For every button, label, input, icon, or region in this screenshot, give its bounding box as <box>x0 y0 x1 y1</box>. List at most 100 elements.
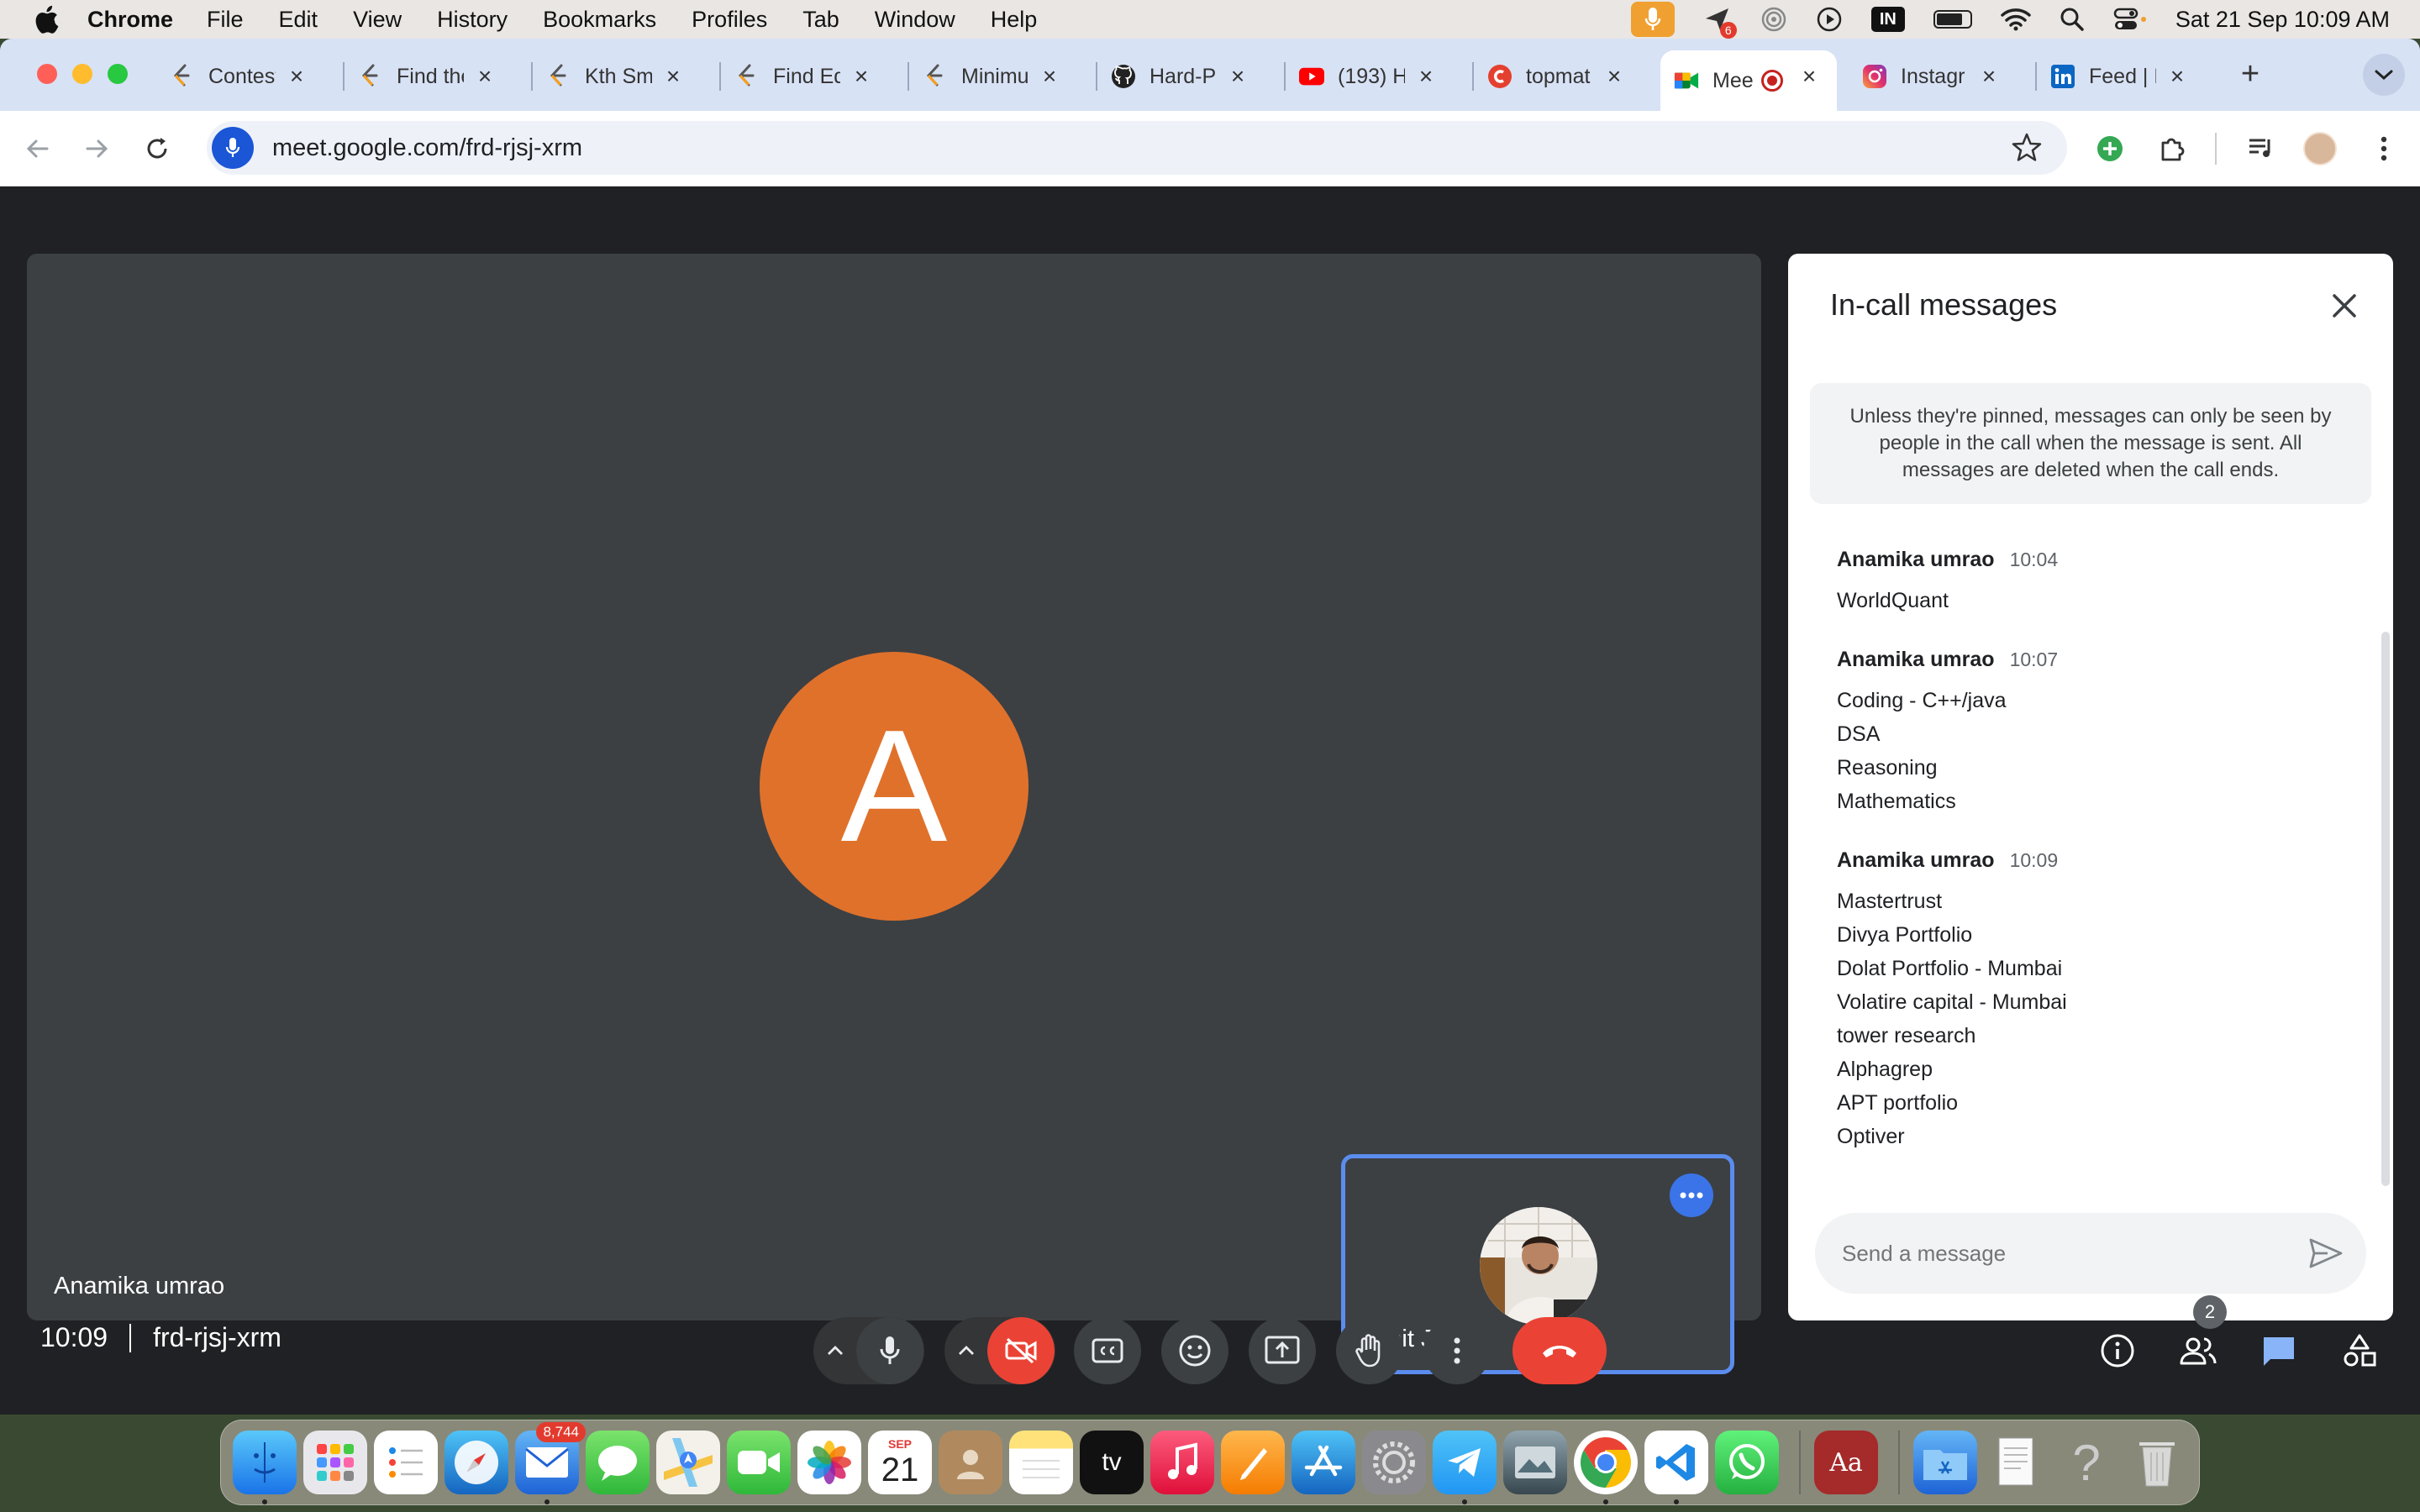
menu-tab[interactable]: Tab <box>802 7 839 33</box>
address-bar[interactable]: meet.google.com/frd-rjsj-xrm <box>207 121 2067 175</box>
tab-close-icon[interactable]: × <box>1412 62 1440 91</box>
control-center-icon[interactable] <box>2113 7 2147 32</box>
system-settings-icon[interactable] <box>1362 1431 1426 1494</box>
media-control-icon[interactable] <box>2240 128 2282 170</box>
wifi-icon[interactable] <box>2001 8 2031 31</box>
meeting-info-button[interactable] <box>2087 1320 2148 1381</box>
tab-close-icon[interactable]: × <box>659 62 687 91</box>
reload-icon[interactable] <box>136 128 178 170</box>
now-playing-icon[interactable] <box>1816 6 1843 33</box>
send-icon[interactable] <box>2307 1235 2344 1272</box>
microphone-toggle[interactable] <box>856 1317 923 1384</box>
menu-view[interactable]: View <box>353 7 402 33</box>
safari-icon[interactable] <box>445 1431 508 1494</box>
camera-toggle-off[interactable] <box>987 1317 1055 1384</box>
launchpad-icon[interactable] <box>303 1431 367 1494</box>
chrome-menu-icon[interactable] <box>2363 128 2405 170</box>
tab-close-icon[interactable]: × <box>2163 62 2191 91</box>
chat-button-active[interactable] <box>2249 1320 2309 1381</box>
more-options-button[interactable] <box>1423 1317 1491 1384</box>
tab-close-icon[interactable]: × <box>1795 62 1823 91</box>
apple-tv-icon[interactable]: tv <box>1080 1431 1144 1494</box>
zoom-window-button[interactable] <box>108 64 128 84</box>
people-button[interactable]: 2 <box>2168 1295 2228 1381</box>
tab-close-icon[interactable]: × <box>1975 62 2003 91</box>
voice-search-mic-icon[interactable] <box>212 127 254 169</box>
present-screen-button[interactable] <box>1249 1317 1316 1384</box>
captions-button[interactable] <box>1074 1317 1141 1384</box>
battery-icon[interactable] <box>1933 10 1972 29</box>
back-arrow-icon[interactable] <box>17 128 59 170</box>
extensions-puzzle-icon[interactable] <box>2151 128 2193 170</box>
activities-button[interactable] <box>2329 1320 2390 1381</box>
messages-icon[interactable] <box>586 1431 650 1494</box>
tab-close-icon[interactable]: × <box>847 62 876 91</box>
tab-linkedin[interactable]: Feed | L × <box>2035 50 2205 102</box>
minimize-window-button[interactable] <box>72 64 92 84</box>
menu-history[interactable]: History <box>437 7 508 33</box>
tab-search-chevron-icon[interactable] <box>2363 54 2405 96</box>
calendar-icon[interactable]: SEP 21 <box>868 1431 932 1494</box>
whatsapp-icon[interactable] <box>1715 1431 1779 1494</box>
dictionary-icon[interactable]: Aa <box>1814 1431 1878 1494</box>
tab-close-icon[interactable]: × <box>282 62 311 91</box>
profile-avatar[interactable] <box>2299 128 2341 170</box>
airdrop-icon[interactable] <box>1760 6 1787 33</box>
menu-bookmarks[interactable]: Bookmarks <box>543 7 656 33</box>
tab-close-icon[interactable]: × <box>471 62 499 91</box>
contacts-icon[interactable] <box>939 1431 1002 1494</box>
menu-edit[interactable]: Edit <box>279 7 318 33</box>
pages-icon[interactable] <box>1221 1431 1285 1494</box>
tab-contest[interactable]: Contest × <box>156 50 324 102</box>
close-window-button[interactable] <box>37 64 57 84</box>
tab-youtube[interactable]: (193) H × <box>1284 50 1454 102</box>
notes-icon[interactable] <box>1009 1431 1073 1494</box>
input-source-badge[interactable]: IN <box>1870 7 1905 32</box>
chrome-icon[interactable] <box>1574 1431 1638 1504</box>
tab-topmate[interactable]: topmat × <box>1472 50 1642 102</box>
microphone-in-use-icon[interactable] <box>1630 2 1675 37</box>
trash-icon[interactable] <box>2125 1431 2189 1494</box>
message-input[interactable] <box>1842 1240 2262 1267</box>
tab-github[interactable]: Hard-P × <box>1096 50 1265 102</box>
tab-close-icon[interactable]: × <box>1035 62 1064 91</box>
tab-find-edges[interactable]: Find Ed × <box>719 50 889 102</box>
menu-window[interactable]: Window <box>875 7 955 33</box>
tab-meet-active[interactable]: Mee × <box>1660 50 1837 111</box>
raise-hand-button[interactable] <box>1336 1317 1403 1384</box>
documents-stack-icon[interactable] <box>1984 1431 2048 1494</box>
reactions-button[interactable] <box>1161 1317 1228 1384</box>
facetime-icon[interactable] <box>727 1431 791 1494</box>
vscode-icon[interactable] <box>1644 1431 1708 1504</box>
tab-minimum[interactable]: Minimu × <box>908 50 1077 102</box>
mail-icon[interactable]: 8,744 <box>515 1422 586 1504</box>
leave-call-button[interactable] <box>1512 1317 1607 1384</box>
applications-folder-icon[interactable] <box>1913 1431 1977 1494</box>
music-icon[interactable] <box>1150 1431 1214 1494</box>
menu-file[interactable]: File <box>207 7 244 33</box>
tab-instagram[interactable]: Instagr × <box>1849 50 2017 102</box>
maps-icon[interactable] <box>656 1431 720 1494</box>
telegram-icon[interactable] <box>1433 1431 1497 1504</box>
url-text[interactable]: meet.google.com/frd-rjsj-xrm <box>272 134 582 162</box>
help-question-icon[interactable]: ? <box>2054 1431 2118 1494</box>
bookmark-star-icon[interactable] <box>2010 131 2044 165</box>
reminders-icon[interactable] <box>374 1431 438 1494</box>
video-options-chevron-icon[interactable] <box>945 1345 987 1357</box>
preview-icon[interactable] <box>1503 1431 1567 1494</box>
audio-options-chevron-icon[interactable] <box>814 1345 856 1357</box>
spotlight-search-icon[interactable] <box>2060 7 2085 32</box>
new-tab-plus-icon[interactable]: + <box>2233 57 2267 91</box>
message-scrollbar[interactable] <box>2381 632 2390 1186</box>
tab-close-icon[interactable]: × <box>1223 62 1252 91</box>
tab-kth-smallest[interactable]: Kth Sm × <box>531 50 701 102</box>
extension-plus-icon[interactable] <box>2089 128 2131 170</box>
more-options-icon[interactable] <box>1670 1173 1713 1217</box>
menubar-clock[interactable]: Sat 21 Sep 10:09 AM <box>2175 7 2390 33</box>
tab-close-icon[interactable]: × <box>1600 62 1628 91</box>
finder-icon[interactable] <box>233 1431 297 1504</box>
app-store-icon[interactable] <box>1292 1431 1355 1494</box>
photos-icon[interactable] <box>797 1431 861 1494</box>
close-icon[interactable] <box>2326 287 2363 324</box>
menu-profiles[interactable]: Profiles <box>692 7 767 33</box>
